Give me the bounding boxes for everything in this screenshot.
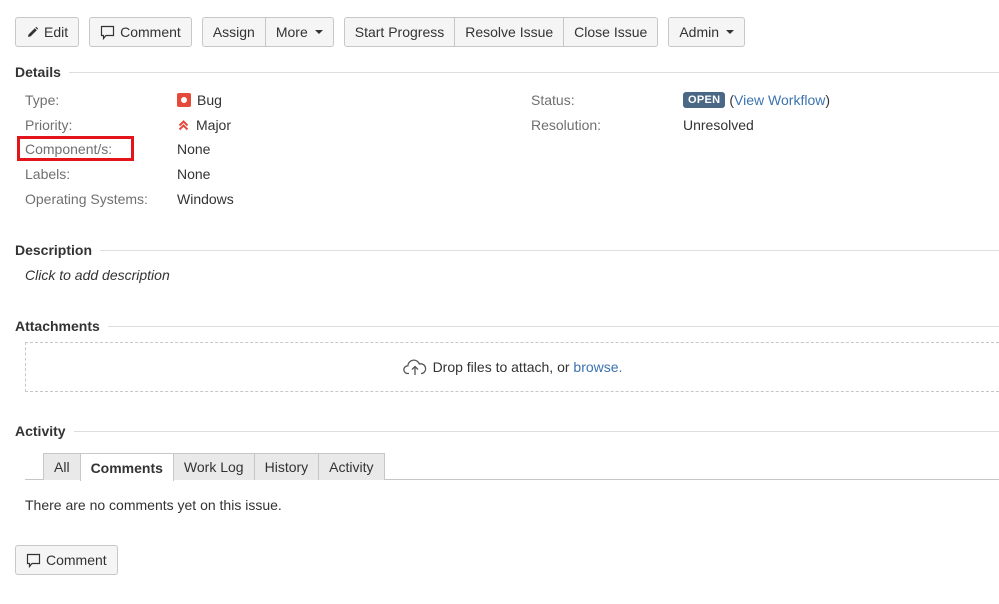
priority-major-icon [177, 119, 190, 132]
comment-icon [26, 553, 41, 568]
status-value: OPEN (View Workflow) [683, 92, 830, 108]
status-badge: OPEN [683, 92, 726, 108]
details-heading: Details [15, 64, 61, 80]
browse-link[interactable]: browse. [573, 359, 622, 375]
tab-work-log[interactable]: Work Log [172, 453, 255, 480]
type-label: Type: [25, 92, 60, 108]
attachments-heading: Attachments [15, 318, 100, 334]
close-issue-button[interactable]: Close Issue [564, 17, 659, 47]
comment-button-label: Comment [120, 24, 181, 40]
description-field[interactable]: Click to add description [25, 267, 170, 283]
start-progress-label: Start Progress [354, 24, 445, 40]
attachment-dropzone[interactable]: Drop files to attach, or browse. [25, 342, 999, 392]
description-section-header[interactable]: Description [15, 242, 999, 258]
tab-comments[interactable]: Comments [79, 453, 174, 481]
divider [73, 430, 999, 432]
activity-tabs: All Comments Work Log History Activity [25, 453, 999, 481]
tab-activity[interactable]: Activity [318, 453, 385, 480]
drop-files-text: Drop files to attach, or [432, 359, 570, 375]
workflow-close-paren: ) [825, 92, 831, 108]
workflow-group: Start Progress Resolve Issue Close Issue [343, 17, 659, 47]
chevron-down-icon [314, 30, 323, 34]
divider [68, 71, 999, 73]
comment-button[interactable]: Comment [89, 17, 192, 47]
admin-button-label: Admin [679, 24, 720, 40]
admin-button[interactable]: Admin [668, 17, 746, 47]
activity-heading: Activity [15, 423, 66, 439]
resolve-issue-button[interactable]: Resolve Issue [455, 17, 565, 47]
view-workflow-link[interactable]: View Workflow [734, 92, 825, 108]
assign-button[interactable]: Assign [201, 17, 266, 47]
pencil-icon [26, 26, 39, 39]
type-value: Bug [177, 92, 222, 108]
add-comment-button[interactable]: Comment [15, 545, 118, 575]
assign-more-group: Assign More [201, 17, 334, 47]
operating-systems-value[interactable]: Windows [177, 191, 234, 207]
add-comment-label: Comment [46, 552, 107, 568]
no-comments-message: There are no comments yet on this issue. [25, 497, 282, 513]
resolve-issue-label: Resolve Issue [465, 24, 554, 40]
labels-label: Labels: [25, 166, 71, 182]
activity-section-header[interactable]: Activity [15, 423, 999, 439]
operating-systems-label: Operating Systems: [25, 191, 148, 207]
divider [107, 325, 999, 327]
edit-button[interactable]: Edit [15, 17, 80, 47]
details-section-header[interactable]: Details [15, 64, 999, 80]
components-highlight-box [17, 136, 134, 161]
attachments-section-header[interactable]: Attachments [15, 318, 999, 334]
more-button-label: More [275, 24, 308, 40]
divider [100, 249, 999, 251]
priority-label: Priority: [25, 117, 73, 133]
description-heading: Description [15, 242, 93, 258]
priority-value: Major [177, 117, 231, 133]
chevron-down-icon [726, 30, 735, 34]
activity-tab-row: All Comments Work Log History Activity [43, 453, 385, 481]
more-button[interactable]: More [265, 17, 334, 47]
comment-icon [100, 25, 115, 40]
priority-value-text: Major [196, 117, 232, 133]
assign-button-label: Assign [212, 24, 255, 40]
resolution-value: Unresolved [683, 117, 754, 133]
tab-all[interactable]: All [43, 453, 81, 480]
start-progress-button[interactable]: Start Progress [343, 17, 456, 47]
close-issue-label: Close Issue [574, 24, 648, 40]
comment-group: Comment [89, 17, 192, 47]
status-label: Status: [531, 92, 575, 108]
edit-button-label: Edit [44, 24, 69, 40]
issue-toolbar: Edit Comment Assign More Start Progress … [15, 17, 755, 47]
admin-group: Admin [668, 17, 746, 47]
components-value[interactable]: None [177, 141, 210, 157]
resolution-label: Resolution: [531, 117, 602, 133]
tab-history[interactable]: History [253, 453, 320, 480]
cloud-upload-icon [402, 358, 427, 376]
type-value-text: Bug [197, 92, 222, 108]
bug-icon [177, 93, 191, 107]
edit-group: Edit [15, 17, 80, 47]
labels-value[interactable]: None [177, 166, 210, 182]
